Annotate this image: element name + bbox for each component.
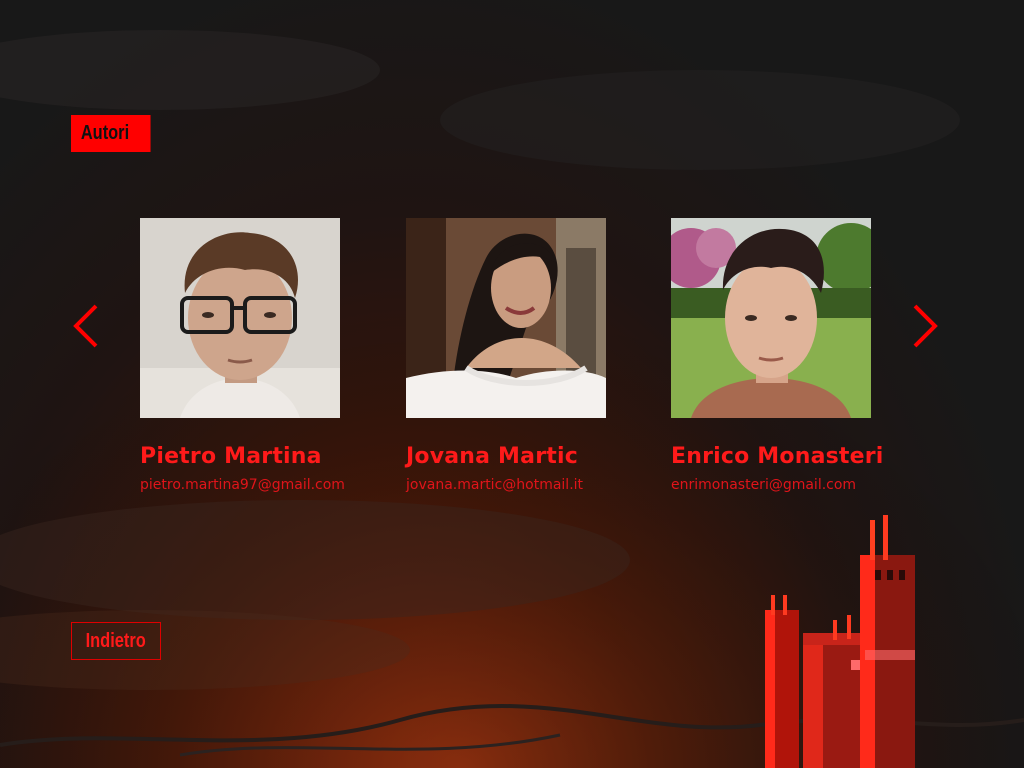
page-title: Autori (71, 115, 151, 152)
author-name: Jovana Martic (406, 444, 578, 469)
back-button-label: Indietro (85, 630, 147, 652)
author-card: Enrico Monasteri enrimonasteri@gmail.com (671, 218, 884, 493)
chevron-left-icon[interactable] (70, 303, 100, 349)
author-card: Pietro Martina pietro.martina97@gmail.co… (140, 218, 350, 493)
chevron-right-icon[interactable] (911, 303, 941, 349)
author-photo (406, 218, 606, 418)
author-name: Pietro Martina (140, 444, 322, 469)
author-card: Jovana Martic jovana.martic@hotmail.it (406, 218, 616, 493)
author-email[interactable]: jovana.martic@hotmail.it (406, 477, 616, 493)
author-email[interactable]: pietro.martina97@gmail.com (140, 477, 350, 493)
author-photo (140, 218, 340, 418)
tower-illustration (765, 515, 915, 768)
back-button[interactable]: Indietro (71, 622, 161, 660)
author-email[interactable]: enrimonasteri@gmail.com (671, 477, 881, 493)
author-name: Enrico Monasteri (671, 444, 884, 469)
author-photo (671, 218, 871, 418)
